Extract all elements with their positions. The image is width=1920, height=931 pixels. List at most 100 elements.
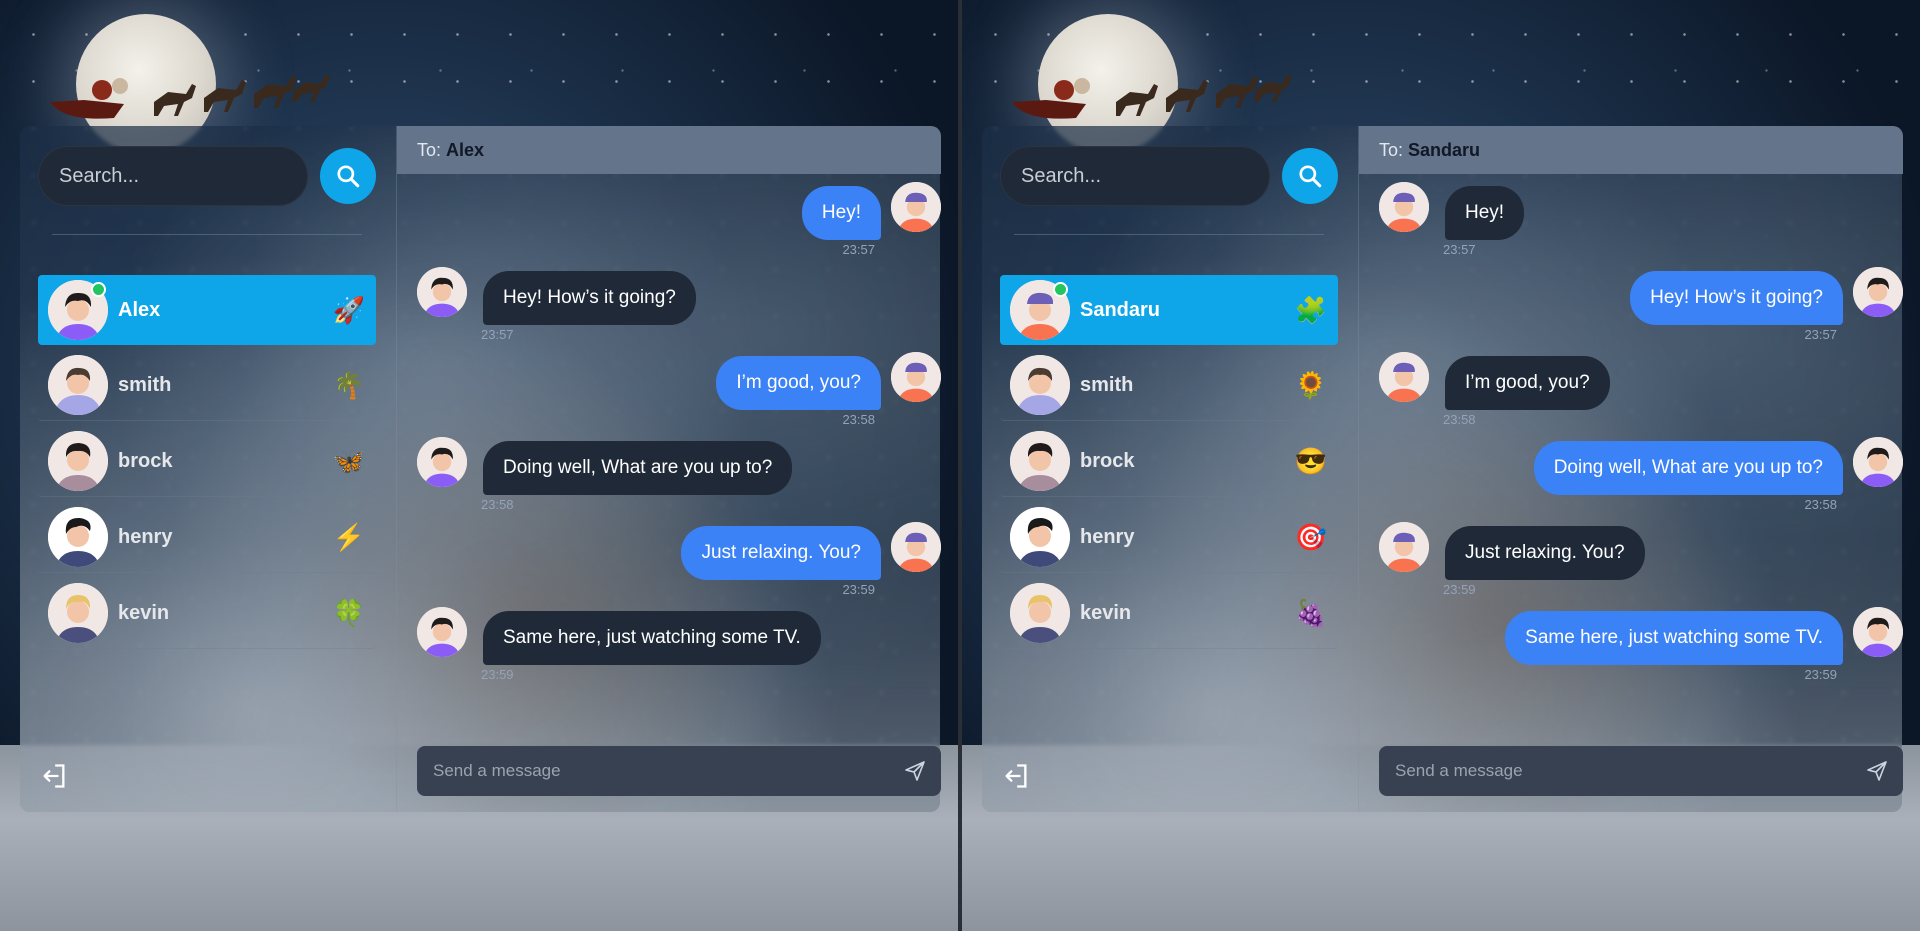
contact-item-alex[interactable]: Alex 🚀 [38, 275, 376, 345]
message-bubble: I’m good, you? [716, 356, 881, 410]
message-time: 23:57 [842, 242, 875, 257]
avatar [48, 583, 108, 643]
search-row [38, 146, 376, 206]
chat-panel: To: Alex Hey! 23:57 Hey! How’s it going?… [396, 126, 941, 812]
left-browser-pane: Alex 🚀 smith [0, 0, 958, 931]
rocket-icon: 🚀 [332, 294, 366, 325]
sidebar: Sandaru 🧩 smith [982, 126, 1358, 812]
search-button[interactable] [1282, 148, 1338, 204]
avatar-icon [1010, 355, 1070, 415]
message-time: 23:57 [1443, 242, 1476, 257]
avatar-icon [891, 352, 941, 402]
avatar [48, 507, 108, 567]
avatar-icon [1379, 182, 1429, 232]
contact-list: Alex 🚀 smith 🌴 brock 🦋 henry ⚡ kevin 🍀 [38, 275, 376, 654]
message-outgoing: I’m good, you? 23:58 [716, 352, 941, 427]
message-bubble: Hey! How’s it going? [1630, 271, 1843, 325]
avatar [1379, 352, 1429, 402]
avatar-icon [48, 507, 108, 567]
search-icon [1299, 165, 1322, 188]
message-bubble: Same here, just watching some TV. [1505, 611, 1843, 665]
clover-icon: 🍀 [332, 597, 366, 628]
contact-name: kevin [1080, 601, 1132, 624]
message-bubble: I’m good, you? [1445, 356, 1610, 410]
avatar-icon [1010, 431, 1070, 491]
sidebar-divider [52, 234, 362, 235]
message-outgoing: Hey! 23:57 [801, 182, 941, 257]
logout-icon[interactable] [40, 762, 68, 790]
search-input[interactable] [38, 146, 308, 206]
grapes-icon: 🍇 [1294, 597, 1328, 628]
message-outgoing: Same here, just watching some TV. 23:59 [1505, 607, 1903, 682]
avatar-icon [1379, 352, 1429, 402]
contact-item-brock[interactable]: brock 😎 [1000, 426, 1338, 497]
puzzle-icon: 🧩 [1294, 294, 1328, 325]
contact-item-kevin[interactable]: kevin 🍇 [1000, 578, 1338, 649]
message-bubble: Hey! [801, 186, 881, 240]
contact-item-sandaru[interactable]: Sandaru 🧩 [1000, 275, 1338, 345]
search-icon [337, 165, 360, 188]
message-input[interactable] [431, 760, 903, 782]
avatar [891, 522, 941, 572]
contact-name: henry [118, 525, 173, 548]
avatar [417, 267, 467, 317]
contact-item-henry[interactable]: henry 🎯 [1000, 502, 1338, 573]
contact-name: henry [1080, 525, 1135, 548]
contact-name: smith [1080, 373, 1134, 396]
avatar [1853, 607, 1903, 657]
contact-item-henry[interactable]: henry ⚡ [38, 502, 376, 573]
message-bubble: Hey! [1445, 186, 1525, 240]
contact-item-brock[interactable]: brock 🦋 [38, 426, 376, 497]
avatar [48, 280, 108, 340]
message-time: 23:58 [842, 412, 875, 427]
contact-name: brock [118, 449, 173, 472]
avatar [1379, 522, 1429, 572]
lightning-icon: ⚡ [332, 521, 366, 552]
avatar [1010, 507, 1070, 567]
logout-icon[interactable] [1002, 762, 1030, 790]
search-button[interactable] [320, 148, 376, 204]
message-bubble: Doing well, What are you up to? [1533, 441, 1843, 495]
to-label: To: [1379, 139, 1404, 160]
avatar [1853, 437, 1903, 487]
contact-item-kevin[interactable]: kevin 🍀 [38, 578, 376, 649]
message-incoming: Just relaxing. You? 23:59 [1379, 522, 1645, 597]
avatar-icon [1853, 607, 1903, 657]
contact-name: Alex [118, 298, 161, 321]
sidebar: Alex 🚀 smith [20, 126, 396, 812]
avatar-icon [417, 437, 467, 487]
chat-header: To: Sandaru [1359, 126, 1903, 174]
butterfly-icon: 🦋 [332, 445, 366, 476]
send-icon[interactable] [903, 759, 927, 783]
chat-app-window: Alex 🚀 smith [20, 126, 941, 812]
message-time: 23:58 [1443, 412, 1476, 427]
message-bubble: Doing well, What are you up to? [483, 441, 793, 495]
contact-name: Sandaru [1080, 298, 1161, 321]
search-row [1000, 146, 1338, 206]
chat-app-window: Sandaru 🧩 smith [982, 126, 1903, 812]
avatar [48, 355, 108, 415]
chat-panel: To: Sandaru Hey! 23:57 Hey! How’s it goi… [1358, 126, 1903, 812]
message-outgoing: Hey! How’s it going? 23:57 [1630, 267, 1903, 342]
message-incoming: Doing well, What are you up to? 23:58 [417, 437, 793, 512]
avatar-icon [1853, 437, 1903, 487]
search-input[interactable] [1000, 146, 1270, 206]
message-bubble: Same here, just watching some TV. [483, 611, 821, 665]
santa-sleigh-image [1012, 74, 1292, 119]
contact-item-smith[interactable]: smith 🌻 [1000, 350, 1338, 421]
avatar-icon [1010, 583, 1070, 643]
message-input[interactable] [1393, 760, 1865, 782]
message-outgoing: Just relaxing. You? 23:59 [681, 522, 941, 597]
sunflower-icon: 🌻 [1294, 369, 1328, 400]
online-indicator [91, 282, 106, 297]
contact-name: kevin [118, 601, 170, 624]
message-incoming: Same here, just watching some TV. 23:59 [417, 607, 821, 682]
message-bubble: Hey! How’s it going? [483, 271, 696, 325]
message-time: 23:59 [1804, 667, 1837, 682]
contact-item-smith[interactable]: smith 🌴 [38, 350, 376, 421]
avatar [1010, 280, 1070, 340]
send-icon[interactable] [1865, 759, 1889, 783]
message-incoming: I’m good, you? 23:58 [1379, 352, 1610, 427]
message-time: 23:57 [1804, 327, 1837, 342]
online-indicator [1053, 282, 1068, 297]
